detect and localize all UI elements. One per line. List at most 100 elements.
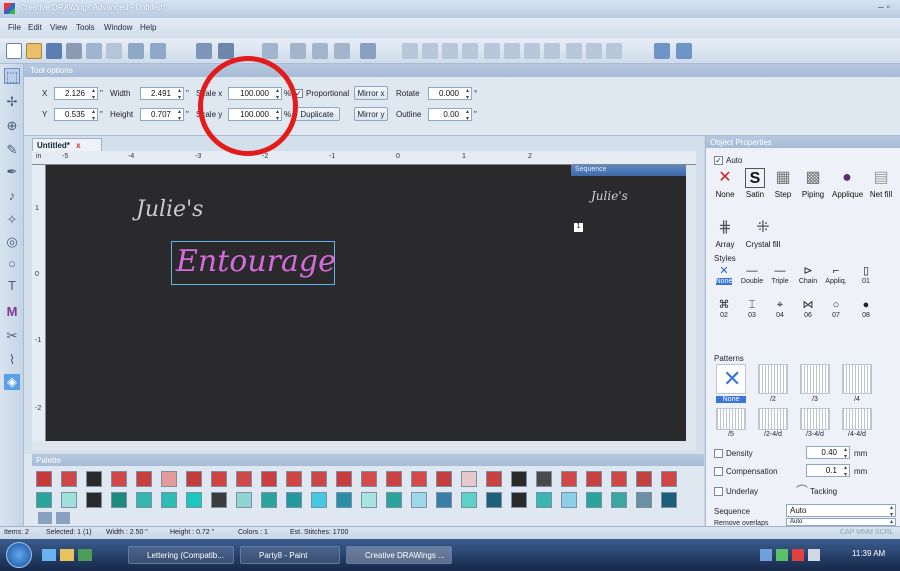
style-04[interactable]: ⌖ 04 (766, 298, 794, 319)
grid-icon[interactable] (196, 43, 212, 59)
palette-teal-swatch[interactable] (311, 492, 327, 508)
palette-red-swatch[interactable] (36, 471, 52, 487)
redo-icon[interactable] (150, 43, 166, 59)
pattern-2[interactable] (758, 364, 788, 394)
palette-red-swatch[interactable] (611, 471, 627, 487)
pattern-5[interactable] (716, 408, 746, 430)
palette-red-swatch[interactable] (236, 471, 252, 487)
distribute-v-icon[interactable] (544, 43, 560, 59)
distribute-h-icon[interactable] (524, 43, 540, 59)
palette-teal-swatch[interactable] (161, 492, 177, 508)
type-applique[interactable]: ● Applique (832, 168, 863, 199)
color-tool-icon[interactable]: ◈ (4, 374, 20, 390)
type-crystal-fill[interactable]: ⁜ Crystal fill (744, 218, 782, 249)
vertical-scrollbar[interactable] (686, 165, 696, 441)
type-step[interactable]: ▦ Step (768, 168, 798, 199)
group-icon[interactable] (360, 43, 376, 59)
palette-teal-swatch[interactable] (36, 492, 52, 508)
text-tool-icon[interactable]: T (4, 278, 20, 294)
palette-red-swatch[interactable] (636, 471, 652, 487)
palette-edit-icon[interactable] (56, 512, 70, 524)
palette-teal-swatch[interactable] (611, 492, 627, 508)
mirror-x-button[interactable]: Mirror x (354, 86, 388, 100)
palette-teal-swatch[interactable] (186, 492, 202, 508)
type-array[interactable]: ⋕ Array (710, 218, 740, 249)
palette-teal-swatch[interactable] (86, 492, 102, 508)
start-button-icon[interactable] (6, 542, 32, 568)
palette-teal-swatch[interactable] (511, 492, 527, 508)
palette-red-swatch[interactable] (86, 471, 102, 487)
knife-tool-icon[interactable]: ✂ (4, 328, 20, 344)
align-right-icon[interactable] (442, 43, 458, 59)
julies-text[interactable]: Julie's (136, 197, 203, 222)
pattern-3[interactable] (800, 364, 830, 394)
density-checkbox[interactable] (714, 449, 723, 458)
palette-red-swatch[interactable] (261, 471, 277, 487)
align-center-icon[interactable] (422, 43, 438, 59)
same-size-icon[interactable] (606, 43, 622, 59)
remove-overlaps-select[interactable]: Auto (786, 518, 896, 532)
compensation-checkbox[interactable] (714, 467, 723, 476)
palette-teal-swatch[interactable] (586, 492, 602, 508)
palette-red-swatch[interactable] (436, 471, 452, 487)
circle-tool-icon[interactable]: ◎ (4, 234, 20, 250)
style-08[interactable]: ● 08 (852, 298, 880, 319)
select-tool-icon[interactable]: ⬚ (4, 68, 20, 84)
style-02[interactable]: ⌘ 02 (710, 298, 738, 319)
palette-red-swatch[interactable] (411, 471, 427, 487)
duplicate-button[interactable]: Duplicate (294, 107, 340, 121)
palette-teal-swatch[interactable] (236, 492, 252, 508)
undo-icon[interactable] (128, 43, 144, 59)
mirror-y-button[interactable]: Mirror y (354, 107, 388, 121)
palette-red-swatch[interactable] (536, 471, 552, 487)
style-double[interactable]: — Double (738, 264, 766, 285)
rotate-input[interactable]: 0.000 (428, 87, 472, 101)
sequence-select[interactable]: Auto (786, 504, 896, 518)
bezier-tool-icon[interactable]: ♪ (4, 188, 20, 204)
brush-tool-icon[interactable]: ✒ (4, 164, 20, 180)
palette-red-swatch[interactable] (311, 471, 327, 487)
tray-volume-icon[interactable] (808, 549, 820, 561)
palette-teal-swatch[interactable] (561, 492, 577, 508)
taskbar-item-paint[interactable]: Party8 - Paint (240, 546, 340, 564)
ellipse-tool-icon[interactable]: ○ (4, 256, 20, 272)
palette-teal-swatch[interactable] (61, 492, 77, 508)
style-01[interactable]: ▯ 01 (852, 264, 880, 285)
taskbar-item-lettering[interactable]: Lettering (Compatib... (128, 546, 234, 564)
palette-red-swatch[interactable] (361, 471, 377, 487)
style-triple[interactable]: — Triple (766, 264, 794, 285)
magic-wand-tool-icon[interactable]: ✧ (4, 212, 20, 228)
style-none[interactable]: ✕ None (710, 264, 738, 285)
type-satin[interactable]: S Satin (740, 168, 770, 199)
y-input[interactable]: 0.535 (54, 108, 98, 122)
stitch-view-icon[interactable] (654, 43, 670, 59)
monogram-tool-icon[interactable]: M (4, 304, 20, 320)
style-03[interactable]: ⌶ 03 (738, 298, 766, 319)
palette-teal-swatch[interactable] (486, 492, 502, 508)
pen-view-icon[interactable] (676, 43, 692, 59)
palette-red-swatch[interactable] (211, 471, 227, 487)
align-left-icon[interactable] (402, 43, 418, 59)
new-file-icon[interactable] (6, 43, 22, 59)
palette-teal-swatch[interactable] (286, 492, 302, 508)
palette-teal-swatch[interactable] (436, 492, 452, 508)
quicklaunch-ie-icon[interactable] (42, 549, 56, 561)
underlay-checkbox[interactable] (714, 487, 723, 496)
palette-teal-swatch[interactable] (411, 492, 427, 508)
palette-red-swatch[interactable] (386, 471, 402, 487)
width-input[interactable]: 2.491 (140, 87, 184, 101)
palette-red-swatch[interactable] (186, 471, 202, 487)
tray-security-icon[interactable] (776, 549, 788, 561)
tray-alert-icon[interactable] (792, 549, 804, 561)
menu-view[interactable]: View (50, 23, 67, 32)
selection-box[interactable]: Entourage (171, 241, 336, 285)
palette-teal-swatch[interactable] (536, 492, 552, 508)
style-06[interactable]: ⋈ 06 (794, 298, 822, 319)
window-controls[interactable]: – ▫ (878, 2, 890, 13)
palette-teal-swatch[interactable] (111, 492, 127, 508)
flip-icon[interactable] (334, 43, 350, 59)
auto-checkbox[interactable]: ✓ (714, 156, 723, 165)
menu-tools[interactable]: Tools (76, 23, 95, 32)
same-height-icon[interactable] (586, 43, 602, 59)
design-canvas[interactable]: Julie's Entourage Sequence Julie's 1 (46, 165, 686, 441)
